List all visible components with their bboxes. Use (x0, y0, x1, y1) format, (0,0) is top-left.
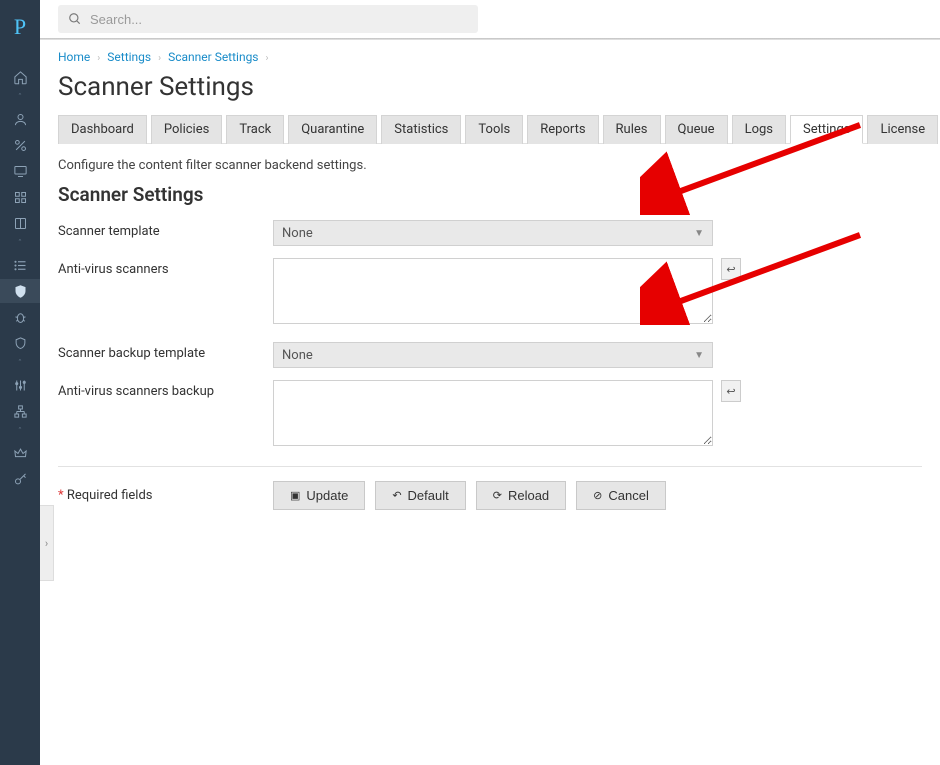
row-antivirus-backup: Anti-virus scanners backup ↩ (58, 380, 922, 446)
percent-icon[interactable] (0, 133, 40, 157)
reset-antivirus-button[interactable]: ↩ (721, 258, 741, 280)
update-button-label: Update (306, 488, 348, 503)
sidebar: P ˆ ˆ ˆ ˆ (0, 0, 40, 765)
tab-logs[interactable]: Logs (732, 115, 786, 144)
collapse-icon-4[interactable]: ˆ (0, 425, 40, 439)
description: Configure the content filter scanner bac… (58, 158, 922, 173)
tab-tools[interactable]: Tools (465, 115, 523, 144)
default-button[interactable]: ↶ Default (375, 481, 465, 510)
tab-queue[interactable]: Queue (665, 115, 728, 144)
breadcrumb-sep: › (158, 53, 161, 64)
monitor-icon[interactable] (0, 159, 40, 183)
topbar (40, 0, 940, 38)
reload-icon: ⟳ (493, 489, 502, 502)
tab-statistics[interactable]: Statistics (381, 115, 461, 144)
user-icon[interactable] (0, 107, 40, 131)
page-title: Scanner Settings (58, 72, 922, 102)
book-icon[interactable] (0, 211, 40, 235)
select-scanner-template[interactable]: None ▼ (273, 220, 713, 246)
collapse-icon-2[interactable]: ˆ (0, 237, 40, 251)
breadcrumb-home[interactable]: Home (58, 50, 90, 64)
collapse-icon-3[interactable]: ˆ (0, 357, 40, 371)
search-icon (68, 12, 82, 26)
crown-icon[interactable] (0, 441, 40, 465)
home-icon[interactable] (0, 65, 40, 89)
undo-icon: ↶ (392, 489, 401, 502)
collapse-icon-1[interactable]: ˆ (0, 91, 40, 105)
apps-icon[interactable] (0, 185, 40, 209)
main-content: Home › Settings › Scanner Settings › Sca… (40, 40, 940, 520)
reload-button-label: Reload (508, 488, 549, 503)
tab-rules[interactable]: Rules (603, 115, 661, 144)
label-backup-template: Scanner backup template (58, 342, 273, 361)
shield-alt-icon[interactable] (0, 331, 40, 355)
label-antivirus: Anti-virus scanners (58, 258, 273, 277)
breadcrumb-sep: › (97, 53, 100, 64)
tab-dashboard[interactable]: Dashboard (58, 115, 147, 144)
tab-settings[interactable]: Settings (790, 115, 863, 144)
select-scanner-template-value: None (282, 226, 313, 241)
cancel-icon: ⊘ (593, 489, 602, 502)
default-button-label: Default (408, 488, 449, 503)
search-box[interactable] (58, 5, 478, 33)
select-backup-template[interactable]: None ▼ (273, 342, 713, 368)
list-icon[interactable] (0, 253, 40, 277)
logo: P (14, 14, 26, 40)
textarea-antivirus[interactable] (273, 258, 713, 324)
select-backup-template-value: None (282, 348, 313, 363)
caret-down-icon: ▼ (694, 228, 704, 239)
reload-button[interactable]: ⟳ Reload (476, 481, 566, 510)
textarea-antivirus-backup[interactable] (273, 380, 713, 446)
breadcrumb: Home › Settings › Scanner Settings › (58, 50, 922, 64)
required-asterisk: * (58, 488, 64, 503)
label-scanner-template: Scanner template (58, 220, 273, 239)
caret-down-icon: ▼ (694, 350, 704, 361)
reset-antivirus-backup-button[interactable]: ↩ (721, 380, 741, 402)
tab-quarantine[interactable]: Quarantine (288, 115, 377, 144)
required-label: Required fields (67, 488, 153, 503)
cancel-button[interactable]: ⊘ Cancel (576, 481, 666, 510)
breadcrumb-scanner[interactable]: Scanner Settings (168, 50, 258, 64)
tab-license[interactable]: License (867, 115, 938, 144)
tabbar: DashboardPoliciesTrackQuarantineStatisti… (58, 114, 922, 144)
shield-icon[interactable] (0, 279, 40, 303)
tab-policies[interactable]: Policies (151, 115, 222, 144)
tab-track[interactable]: Track (226, 115, 284, 144)
footer-row: * Required fields ▣ Update ↶ Default ⟳ R… (58, 481, 922, 510)
save-icon: ▣ (290, 489, 300, 502)
row-antivirus: Anti-virus scanners ↩ (58, 258, 922, 324)
required-note: * Required fields (58, 488, 273, 503)
section-title: Scanner Settings (58, 183, 922, 206)
bug-icon[interactable] (0, 305, 40, 329)
search-input[interactable] (90, 12, 468, 27)
divider (58, 466, 922, 467)
breadcrumb-sep: › (266, 53, 269, 64)
key-icon[interactable] (0, 467, 40, 491)
breadcrumb-settings[interactable]: Settings (107, 50, 151, 64)
tab-reports[interactable]: Reports (527, 115, 598, 144)
cancel-button-label: Cancel (608, 488, 648, 503)
row-scanner-template: Scanner template None ▼ (58, 220, 922, 246)
update-button[interactable]: ▣ Update (273, 481, 365, 510)
sliders-icon[interactable] (0, 373, 40, 397)
tree-icon[interactable] (0, 399, 40, 423)
sidebar-collapse-handle[interactable]: › (40, 505, 54, 581)
row-backup-template: Scanner backup template None ▼ (58, 342, 922, 368)
label-antivirus-backup: Anti-virus scanners backup (58, 380, 273, 399)
